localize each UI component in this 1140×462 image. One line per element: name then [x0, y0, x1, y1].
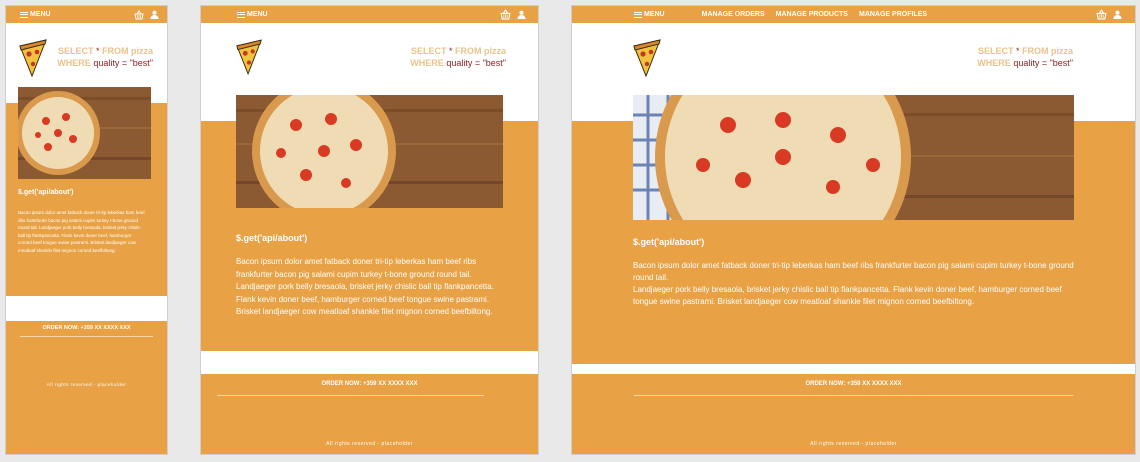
about-text: Bacon ipsum dolor amet fatback doner tri…	[18, 210, 145, 253]
copyright-text: All rights reserved - placeholder	[326, 441, 413, 447]
nav-links: MANAGE ORDERS MANAGE PRODUCTS MANAGE PRO…	[702, 11, 927, 18]
hamburger-icon	[237, 11, 245, 18]
about-title: $.get('api/about')	[236, 233, 308, 243]
nav-link-manage-profiles[interactable]: MANAGE PROFILES	[859, 11, 927, 18]
pizza-logo-icon	[19, 39, 47, 78]
about-section: $.get('api/about') Bacon ipsum dolor ame…	[6, 87, 167, 296]
footer-divider	[20, 336, 153, 337]
pizza-image	[18, 87, 151, 179]
menu-label: MENU	[644, 11, 665, 18]
basket-icon[interactable]	[500, 9, 511, 20]
navbar: MENU	[6, 6, 167, 23]
about-text: Bacon ipsum dolor amet fatback doner tri…	[633, 260, 1077, 308]
tablet-preview: MENU SELECT * FROM pizza WHERE quality =…	[200, 5, 539, 455]
footer-divider	[634, 395, 1073, 396]
order-now-link[interactable]: ORDER NOW: +359 XX XXXX XXX	[201, 381, 538, 387]
navbar: MENU	[201, 6, 538, 23]
hamburger-icon	[634, 11, 642, 18]
footer: ORDER NOW: +359 XX XXXX XXX All rights r…	[6, 321, 167, 454]
copyright-text: All rights reserved - placeholder	[810, 441, 897, 447]
menu-button[interactable]: MENU	[20, 11, 51, 18]
basket-icon[interactable]	[134, 9, 144, 20]
basket-icon[interactable]	[1096, 9, 1107, 20]
order-now-link[interactable]: ORDER NOW: +359 XX XXXX XXX	[572, 381, 1135, 387]
footer: ORDER NOW: +359 XX XXXX XXX All rights r…	[201, 374, 538, 454]
about-title: $.get('api/about')	[633, 237, 705, 247]
menu-label: MENU	[247, 11, 268, 18]
user-icon[interactable]	[150, 10, 159, 19]
pizza-logo-icon	[236, 39, 262, 76]
about-text: Bacon ipsum dolor amet fatback doner tri…	[236, 257, 494, 316]
mobile-preview: MENU SELECT * FROM pizza WHERE quality =…	[5, 5, 168, 455]
hamburger-icon	[20, 11, 28, 18]
footer: ORDER NOW: +359 XX XXXX XXX All rights r…	[572, 374, 1135, 454]
navbar: MENU MANAGE ORDERS MANAGE PRODUCTS MANAG…	[572, 6, 1135, 23]
menu-label: MENU	[30, 11, 51, 18]
desktop-preview: MENU MANAGE ORDERS MANAGE PRODUCTS MANAG…	[571, 5, 1136, 455]
about-section: $.get('api/about') Bacon ipsum dolor ame…	[572, 95, 1135, 364]
about-section: $.get('api/about') Bacon ipsum dolor ame…	[201, 95, 538, 351]
pizza-image	[236, 95, 503, 208]
order-now-link[interactable]: ORDER NOW: +359 XX XXXX XXX	[6, 325, 167, 331]
sql-tagline: SELECT * FROM pizza WHERE quality = "bes…	[57, 46, 153, 68]
about-paragraph-2: Landjaeger pork belly bresaola, brisket …	[633, 285, 1062, 306]
sql-tagline: SELECT * FROM pizza WHERE quality = "bes…	[410, 46, 506, 68]
pizza-logo-icon	[633, 39, 661, 78]
menu-button[interactable]: MENU	[634, 11, 665, 18]
footer-divider	[217, 395, 484, 396]
sql-tagline: SELECT * FROM pizza WHERE quality = "bes…	[977, 46, 1073, 68]
copyright-text: All rights reserved - placeholder	[46, 382, 127, 387]
about-paragraph-1: Bacon ipsum dolor amet fatback doner tri…	[633, 261, 1074, 282]
user-icon[interactable]	[517, 10, 526, 19]
nav-link-manage-orders[interactable]: MANAGE ORDERS	[702, 11, 765, 18]
nav-link-manage-products[interactable]: MANAGE PRODUCTS	[776, 11, 848, 18]
pizza-image	[633, 95, 1074, 220]
about-title: $.get('api/about')	[18, 189, 74, 196]
user-icon[interactable]	[1113, 10, 1122, 19]
menu-button[interactable]: MENU	[237, 11, 268, 18]
